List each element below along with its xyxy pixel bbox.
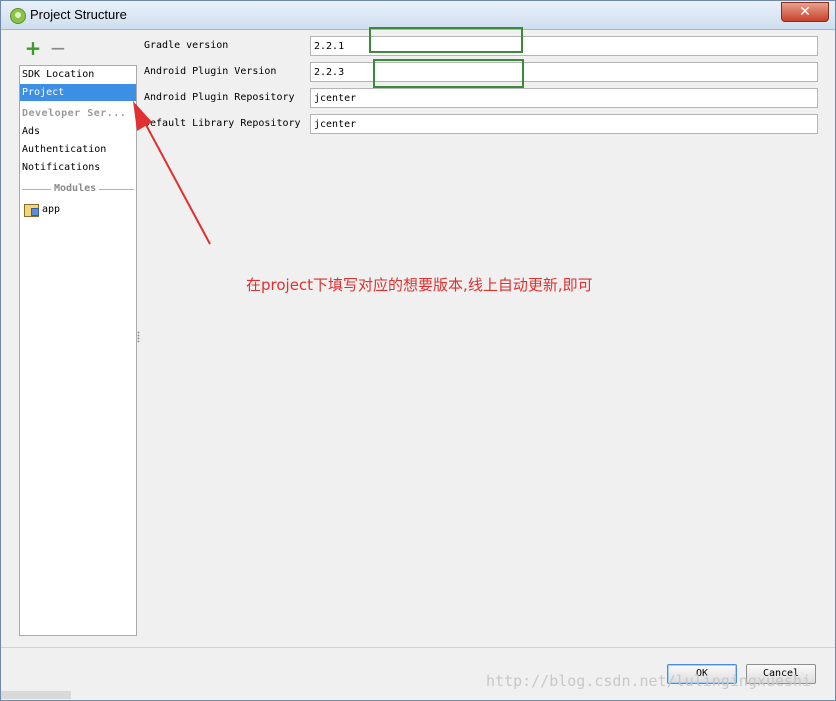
remove-icon[interactable]: − — [49, 38, 67, 58]
default-library-repository-field[interactable] — [310, 114, 818, 134]
watermark: http://blog.csdn.net/lulingingxueshi — [486, 672, 812, 690]
project-structure-dialog: Project Structure ✕ + − SDK Location Pro… — [0, 0, 836, 701]
sidebar-section-developer-services: Developer Ser... — [22, 108, 127, 119]
android-studio-icon — [10, 8, 26, 24]
sidebar-item-module-app[interactable]: app — [42, 201, 60, 218]
title-bar: Project Structure ✕ — [1, 1, 835, 30]
gradle-version-label: Gradle version — [144, 40, 229, 51]
sidebar-item-ads[interactable]: Ads — [20, 123, 136, 140]
sidebar-item-notifications[interactable]: Notifications — [20, 159, 136, 176]
annotation-text: 在project下填写对应的想要版本,线上自动更新,即可 — [246, 276, 593, 294]
splitter-handle[interactable] — [137, 331, 140, 343]
sidebar-item-authentication[interactable]: Authentication — [20, 141, 136, 158]
bottom-edge — [1, 691, 71, 699]
sidebar: SDK Location Project Developer Ser... Ad… — [19, 65, 137, 636]
footer-divider — [1, 647, 835, 648]
plugin-version-highlight-box — [373, 59, 524, 88]
annotation-arrow — [133, 101, 211, 245]
gradle-version-highlight-box — [369, 27, 523, 53]
modules-header: Modules — [51, 183, 100, 195]
add-icon[interactable]: + — [24, 38, 42, 58]
sidebar-item-sdk-location[interactable]: SDK Location — [20, 66, 136, 83]
android-plugin-version-label: Android Plugin Version — [144, 66, 277, 77]
sidebar-item-project[interactable]: Project — [20, 84, 136, 101]
close-button[interactable]: ✕ — [781, 2, 829, 22]
module-folder-icon — [24, 204, 39, 217]
android-plugin-repository-field[interactable] — [310, 88, 818, 108]
window-title: Project Structure — [30, 7, 127, 22]
modules-separator: Modules — [22, 183, 134, 195]
